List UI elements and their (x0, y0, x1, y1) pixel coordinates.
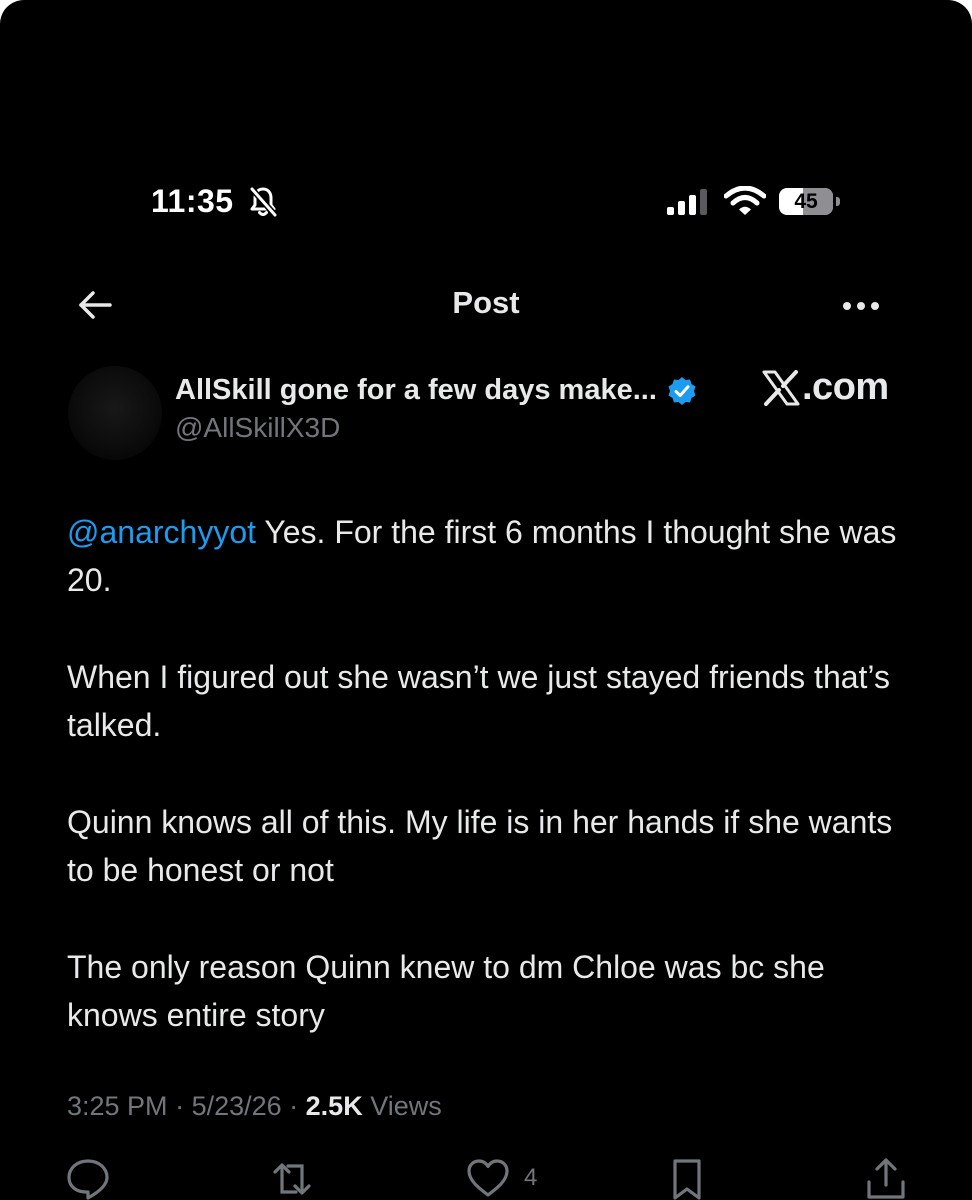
post-paragraph: When I figured out she wasn’t we just st… (67, 659, 890, 743)
reply-icon (67, 1159, 109, 1200)
post-text: @anarchyyot Yes. For the first 6 months … (67, 508, 917, 1088)
x-com-watermark: .com (762, 366, 889, 409)
x-logo-icon (762, 369, 800, 406)
repost-icon (273, 1163, 311, 1195)
post-meta: 3:25 PM · 5/23/26 · 2.5K Views (67, 1091, 442, 1122)
mention-link[interactable]: @anarchyyot (67, 514, 256, 550)
views-label: Views (370, 1091, 442, 1121)
post-time[interactable]: 3:25 PM (67, 1091, 168, 1121)
page-title: Post (452, 285, 520, 320)
post-paragraph: The only reason Quinn knew to dm Chloe w… (67, 949, 825, 1033)
screen: 11:35 45 Post AllSkill gone for a few da… (0, 0, 972, 1200)
author-handle[interactable]: @AllSkillX3D (175, 412, 340, 444)
bookmark-icon (673, 1159, 701, 1200)
wifi-icon (724, 186, 766, 215)
battery-level: 45 (794, 190, 818, 213)
meta-separator: · (281, 1091, 306, 1121)
repost-button[interactable] (272, 1158, 312, 1200)
more-horizontal-icon (843, 302, 879, 310)
back-button[interactable] (72, 282, 118, 328)
arrow-left-icon (79, 291, 112, 319)
meta-separator: · (167, 1091, 192, 1121)
battery-icon: 45 (779, 188, 833, 215)
views-count: 2.5K (305, 1091, 363, 1121)
watermark-text: .com (802, 366, 889, 408)
verified-badge-icon (668, 377, 696, 405)
avatar[interactable] (68, 366, 162, 460)
screenshot-corner (0, 0, 48, 48)
share-button[interactable] (866, 1158, 906, 1200)
signal-icon (667, 189, 707, 215)
post-paragraph: @anarchyyot Yes. For the first 6 months … (67, 508, 917, 604)
author-name-row[interactable]: AllSkill gone for a few days make... (175, 371, 697, 409)
post-date[interactable]: 5/23/26 (192, 1091, 282, 1121)
share-icon (867, 1158, 905, 1199)
bookmark-button[interactable] (670, 1158, 704, 1200)
like-count: 4 (524, 1164, 538, 1191)
author-name[interactable]: AllSkill gone for a few days make... (175, 374, 657, 407)
battery-nub (836, 197, 840, 206)
heart-icon (467, 1159, 509, 1197)
like-button[interactable]: 4 (466, 1158, 537, 1198)
reply-button[interactable] (66, 1158, 110, 1200)
status-time: 11:35 (151, 183, 234, 219)
more-options-button[interactable] (836, 286, 886, 326)
bell-off-icon (249, 187, 278, 217)
post-paragraph: Quinn knows all of this. My life is in h… (67, 804, 893, 888)
screenshot-corner (924, 0, 972, 48)
